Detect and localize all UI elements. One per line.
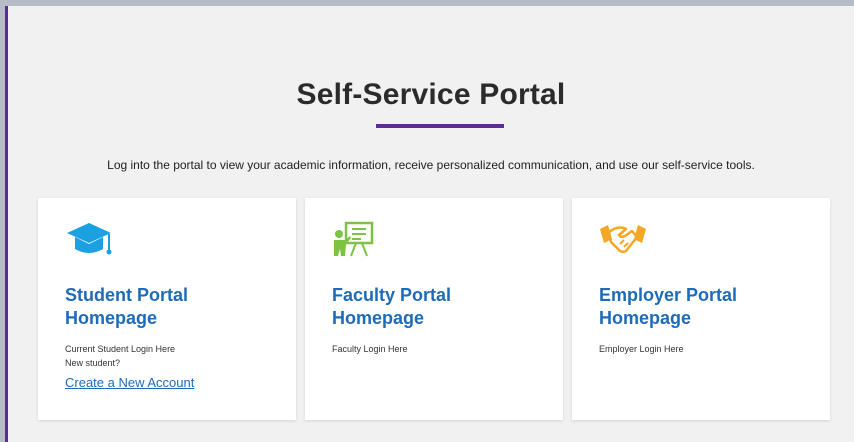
student-portal-card[interactable]: Student Portal Homepage Current Student … xyxy=(38,198,296,420)
page-intro: Log into the portal to view your academi… xyxy=(107,158,755,172)
new-student-text: New student? xyxy=(65,358,121,368)
employer-login-text: Employer Login Here xyxy=(599,344,684,354)
title-underline xyxy=(376,124,504,128)
create-account-link[interactable]: Create a New Account xyxy=(65,375,194,390)
student-login-text: Current Student Login Here xyxy=(65,344,176,354)
employer-portal-title[interactable]: Employer Portal Homepage xyxy=(599,284,809,330)
portal-page: Self-Service Portal Log into the portal … xyxy=(5,6,854,442)
teacher-board-icon xyxy=(332,220,380,260)
faculty-portal-card[interactable]: Faculty Portal Homepage Faculty Login He… xyxy=(305,198,563,420)
student-portal-title[interactable]: Student Portal Homepage xyxy=(65,284,275,330)
faculty-portal-title[interactable]: Faculty Portal Homepage xyxy=(332,284,542,330)
graduation-cap-icon xyxy=(65,220,113,260)
employer-portal-card[interactable]: Employer Portal Homepage Employer Login … xyxy=(572,198,830,420)
page-title: Self-Service Portal xyxy=(296,78,566,111)
faculty-login-text: Faculty Login Here xyxy=(332,344,408,354)
handshake-icon xyxy=(599,220,647,260)
